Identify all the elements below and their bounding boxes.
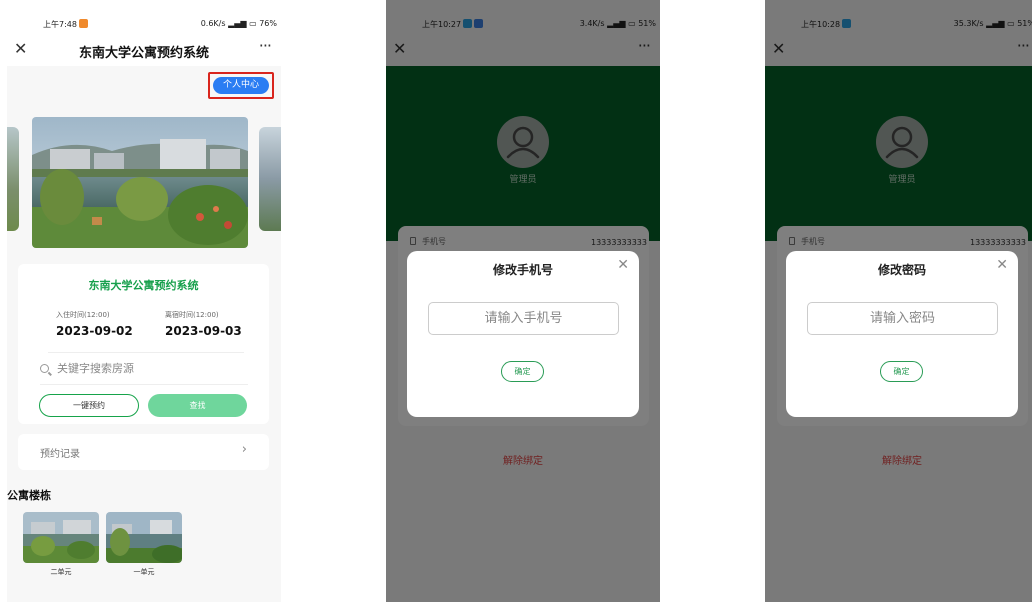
screenshot-composite: 上午7:48 0.6K/s ▂▄▆ ▭ 76% ✕ 东南大学公寓预约系统 ···… xyxy=(0,0,1032,602)
page-title: 东南大学公寓预约系统 xyxy=(78,46,209,61)
checkout-date[interactable]: 2023-09-03 xyxy=(165,324,242,338)
notification-icon xyxy=(78,19,88,28)
carousel-prev-image[interactable] xyxy=(7,127,19,231)
personal-center-button[interactable]: 个人中心 xyxy=(213,77,269,94)
divider xyxy=(40,384,248,385)
checkin-label: 入住时间(12:00) xyxy=(56,311,110,319)
checkout-label: 离宿时间(12:00) xyxy=(165,311,219,319)
buildings-title: 公寓楼栋 xyxy=(7,489,51,502)
one-click-booking-button[interactable]: 一键预约 xyxy=(39,394,139,417)
more-icon[interactable]: ··· xyxy=(259,36,272,55)
modal-title: 修改手机号 xyxy=(492,263,553,277)
search-input[interactable]: 关键字搜索房源 xyxy=(40,360,240,380)
building-label: 二单元 xyxy=(50,568,72,576)
find-button[interactable]: 查找 xyxy=(148,394,247,417)
building-thumb[interactable] xyxy=(106,512,182,563)
campus-banner-image[interactable] xyxy=(32,117,248,248)
change-password-modal: 修改密码 ✕ 确定 xyxy=(786,251,1018,417)
highlight-box: 个人中心 xyxy=(208,72,274,99)
battery-icon: ▭ xyxy=(249,19,257,28)
confirm-button[interactable]: 确定 xyxy=(501,361,544,382)
home-screen: 上午7:48 0.6K/s ▂▄▆ ▭ 76% ✕ 东南大学公寓预约系统 ···… xyxy=(7,0,281,602)
mini-program-nav: ✕ 东南大学公寓预约系统 ··· xyxy=(7,36,281,66)
signal-icon: ▂▄▆ xyxy=(228,19,247,28)
phone-input[interactable] xyxy=(428,302,619,335)
booking-records-row[interactable]: 预约记录 › xyxy=(18,434,269,470)
records-label: 预约记录 xyxy=(40,449,80,460)
modal-title: 修改密码 xyxy=(877,263,926,277)
close-icon[interactable]: ✕ xyxy=(996,257,1008,273)
card-title: 东南大学公寓预约系统 xyxy=(88,279,199,292)
divider xyxy=(48,352,244,353)
password-input[interactable] xyxy=(807,302,998,335)
building-thumb[interactable] xyxy=(23,512,99,563)
close-icon[interactable]: ✕ xyxy=(617,257,629,273)
building-label: 一单元 xyxy=(133,568,155,576)
booking-card: 东南大学公寓预约系统 入住时间(12:00) 2023-09-02 离宿时间(1… xyxy=(18,264,269,424)
checkin-date[interactable]: 2023-09-02 xyxy=(56,324,133,338)
status-bar: 上午7:48 0.6K/s ▂▄▆ ▭ 76% xyxy=(43,19,277,29)
search-icon xyxy=(40,364,49,373)
carousel-next-image[interactable] xyxy=(259,127,281,231)
change-phone-modal: 修改手机号 ✕ 确定 xyxy=(407,251,639,417)
change-phone-screen: 上午10:27 3.4K/s ▂▄▆ ▭ 51% ✕ ··· 管理员 手机号 1… xyxy=(386,0,660,602)
chevron-right-icon: › xyxy=(241,442,247,457)
change-password-screen: 上午10:28 35.3K/s ▂▄▆ ▭ 51% ✕ ··· 管理员 手机号 … xyxy=(765,0,1032,602)
confirm-button[interactable]: 确定 xyxy=(880,361,923,382)
